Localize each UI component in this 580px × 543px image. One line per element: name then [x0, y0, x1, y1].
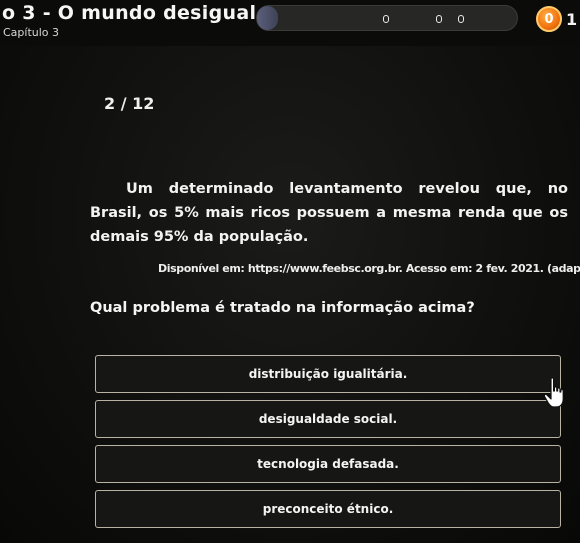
answer-option[interactable]: tecnologia defasada. [95, 445, 561, 483]
answer-options: distribuição igualitária. desigualdade s… [95, 355, 561, 535]
answer-option[interactable]: preconceito étnico. [95, 490, 561, 528]
answer-option[interactable]: distribuição igualitária. [95, 355, 561, 393]
top-bar: o 3 - O mundo desigual Capítulo 3 0 1 [0, 0, 580, 46]
answer-option-label: desigualdade social. [258, 412, 398, 426]
quiz-screen: o 3 - O mundo desigual Capítulo 3 0 1 2 … [0, 0, 580, 543]
progress-step-marker [383, 15, 389, 23]
question-counter: 2 / 12 [104, 94, 155, 113]
question-prompt: Qual problema é tratado na informação ac… [90, 300, 475, 316]
answer-option[interactable]: desigualdade social. [95, 400, 561, 438]
coin-count: 1 [566, 10, 578, 29]
coin-icon: 0 [536, 6, 562, 32]
progress-step-marker [436, 15, 442, 23]
answer-option-label: distribuição igualitária. [248, 367, 408, 381]
progress-bar [256, 5, 518, 31]
answer-option-label: tecnologia defasada. [257, 457, 399, 471]
chapter-label: Capítulo 3 [3, 26, 60, 39]
answer-option-label: preconceito étnico. [262, 502, 394, 516]
progress-step-marker [458, 15, 464, 23]
coin-symbol: 0 [544, 11, 554, 27]
question-statement: Um determinado levantamento revelou que,… [90, 181, 568, 245]
lesson-title: o 3 - O mundo desigual [2, 2, 257, 24]
hand-cursor-icon [543, 377, 564, 408]
source-citation: Disponível em: https://www.feebsc.org.br… [158, 262, 580, 275]
progress-fill [257, 6, 278, 30]
